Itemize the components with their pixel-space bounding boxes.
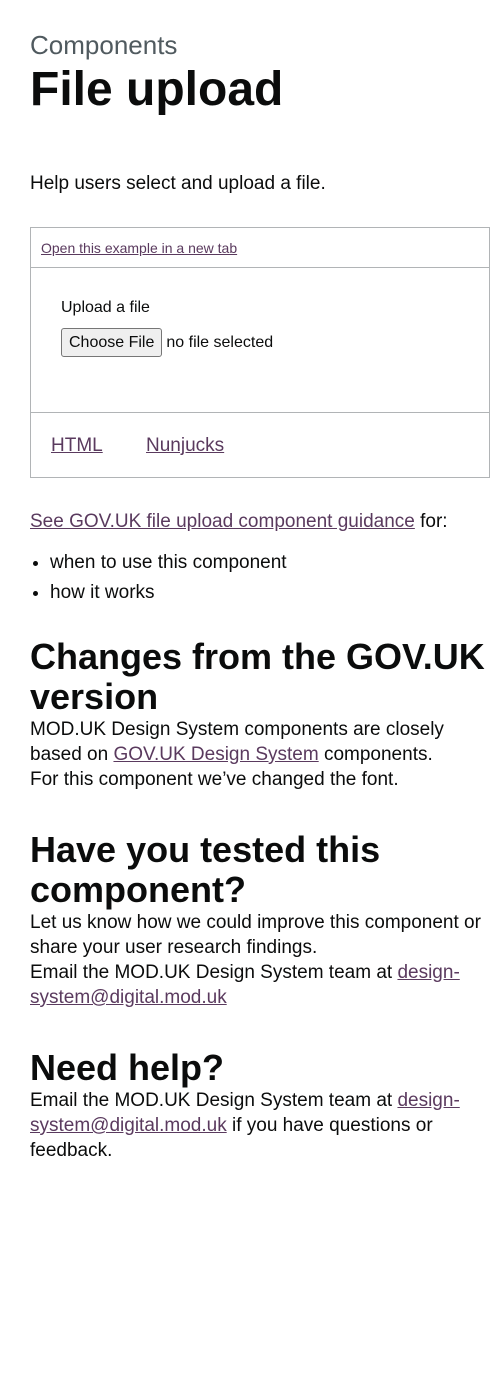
changes-text-end: components. [318,744,433,765]
example-toolbar: Open this example in a new tab [31,228,489,268]
page-title: File upload [30,63,284,116]
govuk-design-system-link[interactable]: GOV.UK Design System [113,744,318,765]
changes-heading: Changes from the GOV.UK version [30,636,485,717]
open-example-link[interactable]: Open this example in a new tab [41,240,237,256]
help-text: Email the MOD.UK Design System team at [30,1090,398,1111]
page: Components File upload Help users select… [0,0,490,1163]
tested-heading: Have you tested this component? [30,829,381,910]
help-paragraph: Email the MOD.UK Design System team at d… [30,1088,490,1163]
guidance-link[interactable]: See GOV.UK file upload component guidanc… [30,511,415,532]
guidance-list: when to use this component how it works [30,550,490,605]
guidance-paragraph: See GOV.UK file upload component guidanc… [30,509,490,534]
code-tabs: HTML Nunjucks [31,413,489,477]
example-preview: Upload a file Choose File no file select… [31,268,489,413]
tab-nunjucks[interactable]: Nunjucks [146,435,224,456]
email-paragraph: Email the MOD.UK Design System team at d… [30,960,490,1010]
lead-paragraph: Help users select and upload a file. [30,173,326,194]
upload-label: Upload a file [61,299,150,316]
file-input[interactable]: Choose File no file selected [61,328,489,357]
guidance-suffix: for: [414,511,448,532]
email-text: Email the MOD.UK Design System team at [30,962,398,983]
choose-file-button[interactable]: Choose File [61,328,163,357]
page-caption: Components [30,30,178,60]
example-panel: Open this example in a new tab Upload a … [30,227,490,478]
help-heading: Need help? [30,1047,225,1088]
feedback-paragraph: Let us know how we could improve this co… [30,912,481,958]
list-item: when to use this component [50,550,490,575]
tab-html[interactable]: HTML [51,435,103,456]
font-change-paragraph: For this component we’ve changed the fon… [30,769,399,790]
changes-paragraph: MOD.UK Design System components are clos… [30,717,490,767]
no-file-text: no file selected [166,333,274,351]
list-item: how it works [50,580,490,605]
